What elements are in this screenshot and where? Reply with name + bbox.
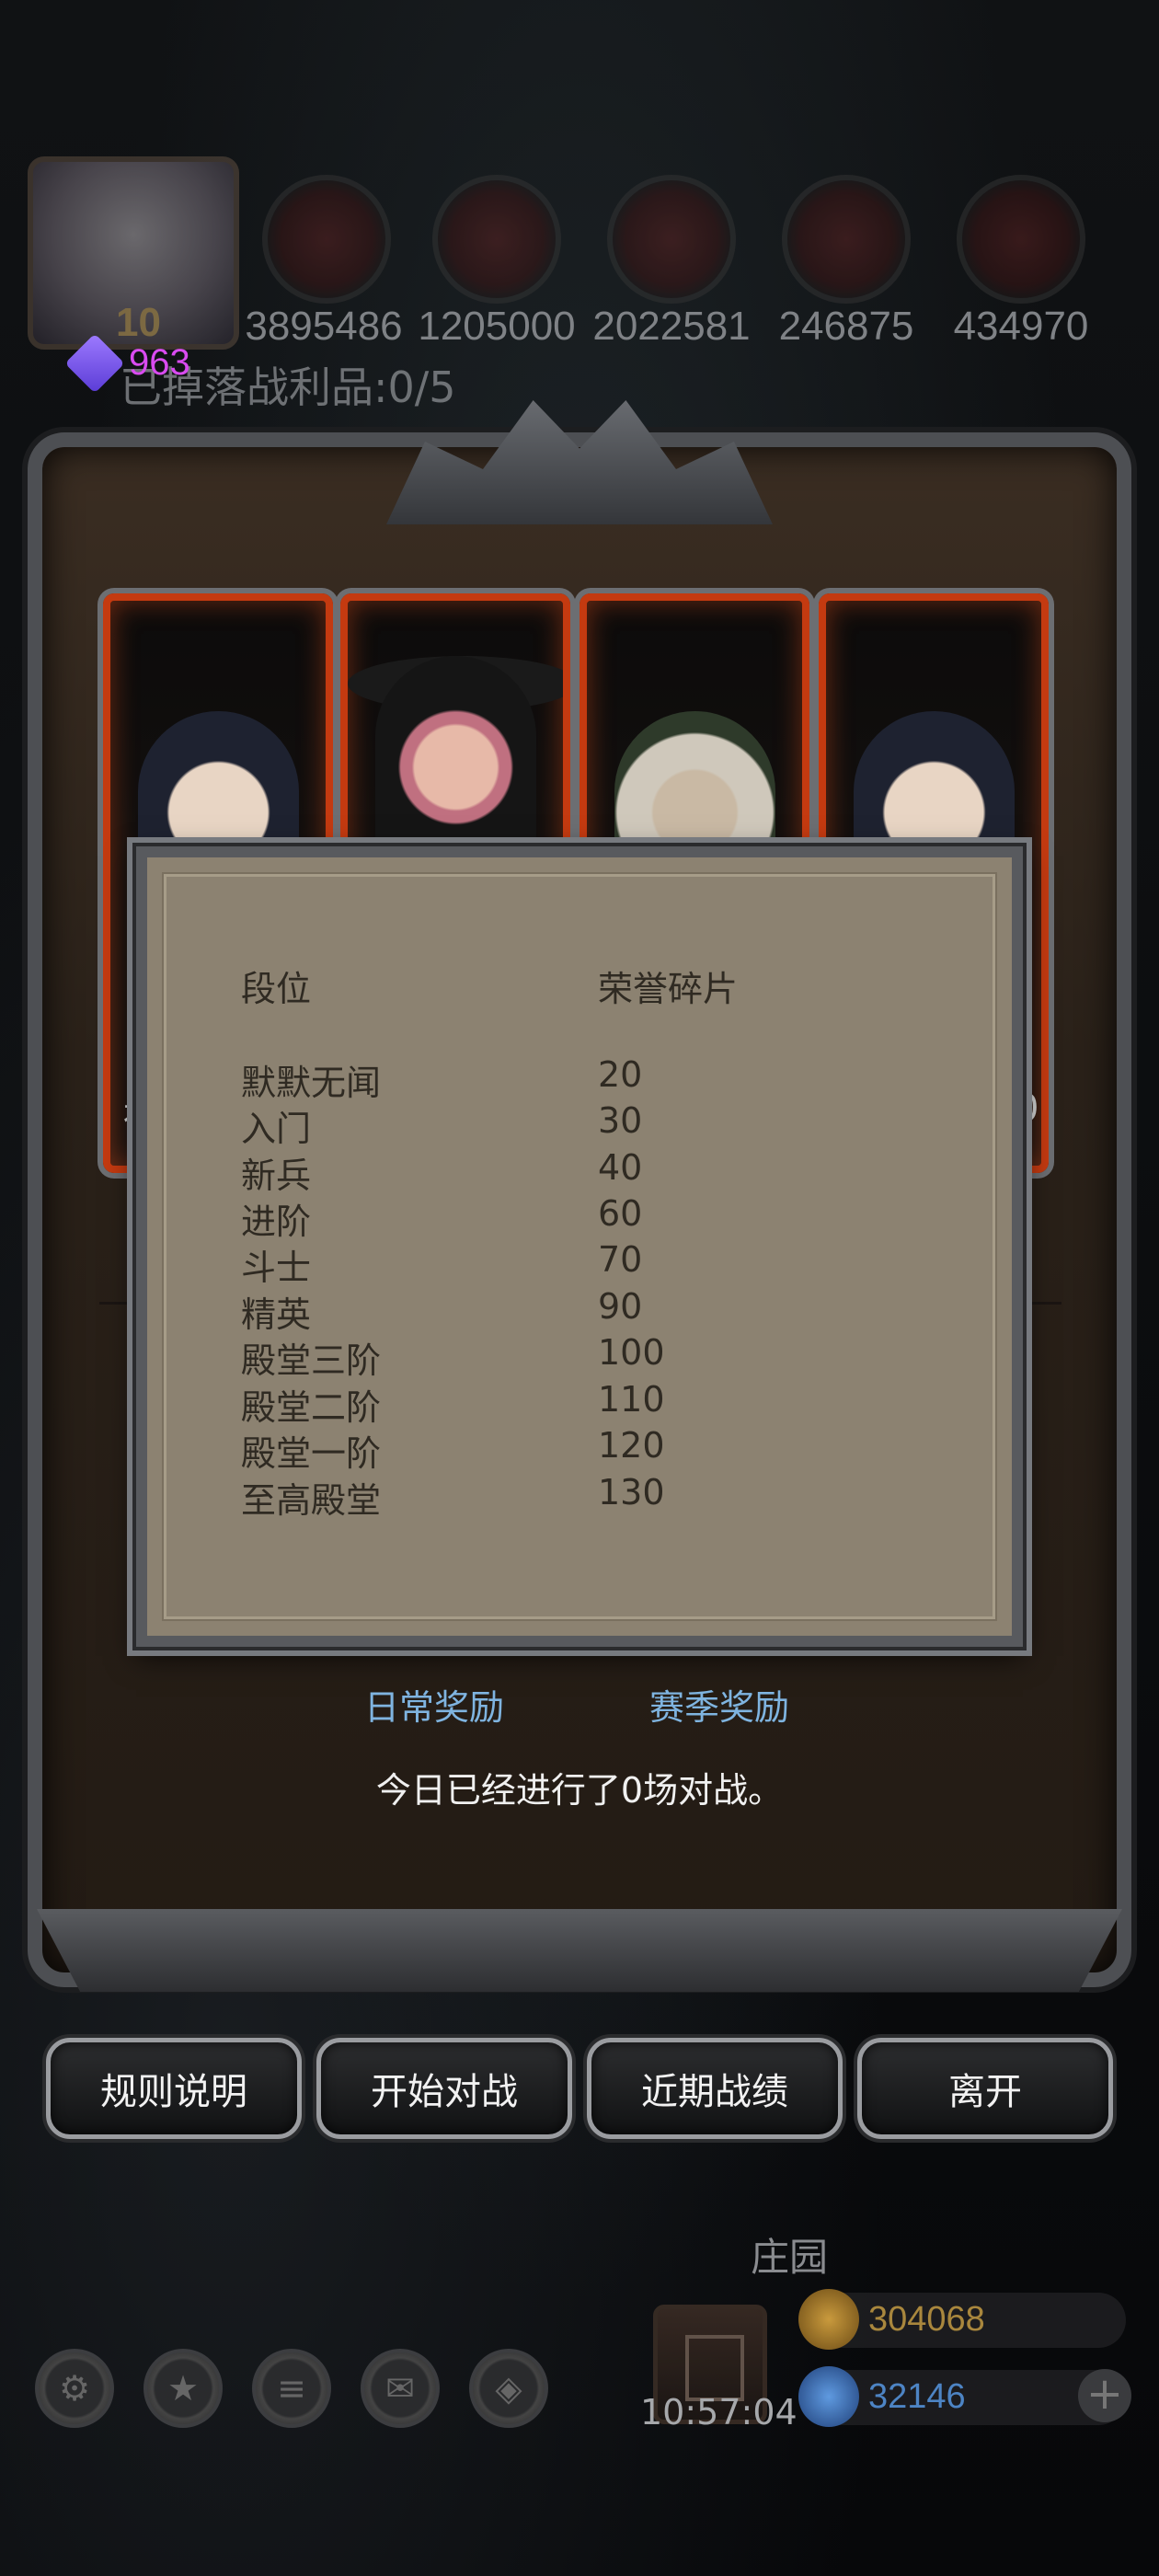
rank-name: 默默无闻 xyxy=(241,1063,382,1103)
hero-portrait-witch xyxy=(375,656,536,858)
inventory-icon[interactable]: ◈ xyxy=(469,2349,548,2428)
header-honor-shards: 荣誉碎片 xyxy=(598,969,739,1009)
rank-shards: 70 xyxy=(598,1239,643,1280)
resource-meat-value: 3895486 xyxy=(245,304,403,349)
player-avatar[interactable]: 10 xyxy=(28,156,239,350)
event-timer: 10:57:04 xyxy=(640,2392,798,2432)
rank-shards: 130 xyxy=(598,1472,665,1512)
rules-button[interactable]: 规则说明 xyxy=(46,2038,302,2139)
rank-row: 默默无闻 20 xyxy=(147,1054,1012,1103)
estate-label: 庄园 xyxy=(751,2235,829,2280)
rank-shards: 100 xyxy=(598,1332,665,1373)
season-rewards-link[interactable]: 赛季奖励 xyxy=(649,1679,789,1730)
gold-amount: 304068 xyxy=(868,2300,985,2339)
rank-shards: 120 xyxy=(598,1425,665,1466)
rank-row: 殿堂三阶 100 xyxy=(147,1332,1012,1381)
rank-shards: 60 xyxy=(598,1193,643,1234)
rank-row: 新兵 40 xyxy=(147,1147,1012,1196)
ranking-banner-icon[interactable]: ≡ xyxy=(252,2349,331,2428)
rank-name: 殿堂二阶 xyxy=(241,1387,382,1428)
daily-rewards-link[interactable]: 日常奖励 xyxy=(364,1679,504,1730)
rank-name: 斗士 xyxy=(241,1248,312,1288)
rank-rewards-dialog[interactable]: 段位 荣誉碎片 默默无闻 20 入门 30 新兵 40 进阶 60 斗士 70 … xyxy=(136,846,1023,1647)
gem-count: 963 xyxy=(129,342,190,383)
rank-row: 精英 90 xyxy=(147,1286,1012,1335)
settings-gear-icon[interactable]: ⚙ xyxy=(35,2349,114,2428)
divider-right xyxy=(1021,1302,1061,1305)
rank-shards: 30 xyxy=(598,1100,643,1141)
gold-coin-icon xyxy=(798,2289,859,2350)
rank-name: 进阶 xyxy=(241,1202,312,1242)
mail-icon[interactable]: ✉ xyxy=(361,2349,440,2428)
diamond-amount: 32146 xyxy=(868,2377,966,2416)
battle-count-status: 今日已经进行了0场对战。 xyxy=(375,1770,784,1811)
rank-shards: 20 xyxy=(598,1054,643,1095)
rank-shards: 40 xyxy=(598,1147,643,1188)
frame-bottom-ornament xyxy=(37,1909,1122,1992)
rank-name: 精英 xyxy=(241,1294,312,1335)
resource-ore-value: 434970 xyxy=(953,304,1089,349)
rank-name: 殿堂三阶 xyxy=(241,1340,382,1381)
rank-name: 入门 xyxy=(241,1109,312,1149)
achievement-star-icon[interactable]: ★ xyxy=(143,2349,223,2428)
rank-row: 入门 30 xyxy=(147,1100,1012,1149)
ore-icon xyxy=(957,175,1085,304)
rank-row: 斗士 70 xyxy=(147,1239,1012,1288)
crystal-icon xyxy=(782,175,911,304)
rank-row: 殿堂一阶 120 xyxy=(147,1425,1012,1474)
recent-records-button[interactable]: 近期战绩 xyxy=(587,2038,843,2139)
rank-shards: 90 xyxy=(598,1286,643,1327)
player-level: 10 xyxy=(116,300,161,345)
meat-icon xyxy=(262,175,391,304)
rank-row: 至高殿堂 130 xyxy=(147,1472,1012,1521)
rank-shards: 110 xyxy=(598,1379,665,1420)
leave-button[interactable]: 离开 xyxy=(857,2038,1113,2139)
resource-iron-value: 2022581 xyxy=(592,304,751,349)
resource-wood-value: 1205000 xyxy=(418,304,576,349)
resource-crystal-value: 246875 xyxy=(778,304,914,349)
wood-icon xyxy=(432,175,561,304)
add-currency-button[interactable]: + xyxy=(1078,2369,1131,2422)
iron-icon xyxy=(607,175,736,304)
rank-row: 进阶 60 xyxy=(147,1193,1012,1242)
rank-name: 殿堂一阶 xyxy=(241,1433,382,1474)
rank-row: 殿堂二阶 110 xyxy=(147,1379,1012,1428)
rank-name: 至高殿堂 xyxy=(241,1480,382,1521)
header-rank: 段位 xyxy=(241,969,312,1009)
start-battle-button[interactable]: 开始对战 xyxy=(316,2038,572,2139)
rank-name: 新兵 xyxy=(241,1156,312,1196)
diamond-icon xyxy=(798,2366,859,2427)
